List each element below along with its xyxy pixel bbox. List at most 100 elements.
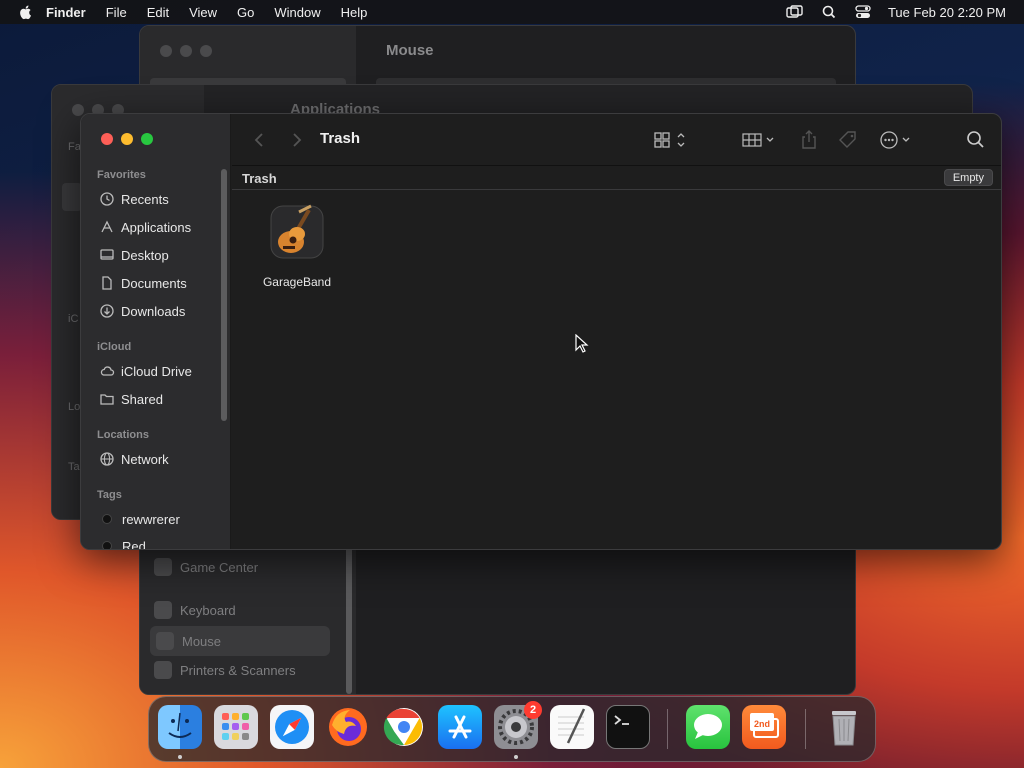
- game-center-icon: [154, 558, 172, 576]
- settings-sidebar-scrollbar[interactable]: [346, 546, 352, 694]
- trash-header-title: Trash: [242, 171, 277, 186]
- terminal-prompt-icon: [614, 715, 629, 725]
- sidebar-item-downloads[interactable]: Downloads: [99, 301, 185, 321]
- share-icon[interactable]: [798, 128, 820, 152]
- sidebar-tag-rewwrerer[interactable]: rewwrerer: [99, 509, 180, 529]
- file-item-garageband[interactable]: GarageBand: [257, 204, 337, 289]
- settings-window-title: Mouse: [386, 42, 434, 59]
- trash-can-icon: [832, 711, 856, 746]
- sidebar-tag-red[interactable]: Red: [99, 536, 146, 550]
- empty-trash-button[interactable]: Empty: [943, 169, 993, 186]
- chrome-dock-icon[interactable]: [382, 705, 426, 749]
- finder-sidebar: Favorites Recents Applications Desktop D…: [81, 114, 231, 549]
- trash-finder-window: Favorites Recents Applications Desktop D…: [80, 113, 1002, 550]
- document-icon: [102, 276, 112, 290]
- 2nd-app-icon: 2nd: [750, 713, 779, 738]
- printer-icon: [154, 661, 172, 679]
- settings-sidebar-item-keyboard[interactable]: Keyboard: [154, 601, 236, 619]
- minimize-button[interactable]: [121, 133, 133, 145]
- textedit-dock-icon[interactable]: [550, 705, 594, 749]
- back-chevron-icon[interactable]: [250, 130, 270, 150]
- terminal-dock-icon[interactable]: [606, 705, 650, 749]
- settings-sidebar-item-game-center[interactable]: Game Center: [154, 558, 258, 576]
- menu-file[interactable]: File: [106, 5, 127, 20]
- system-settings-running-indicator: [514, 755, 518, 759]
- forward-chevron-icon[interactable]: [286, 130, 306, 150]
- spotlight-search-icon[interactable]: [820, 5, 838, 19]
- mouse-cursor-icon: [575, 334, 589, 353]
- menu-edit[interactable]: Edit: [147, 5, 169, 20]
- menu-bar: Finder File Edit View Go Window Help Tue…: [0, 0, 1024, 24]
- safari-dock-icon[interactable]: [270, 705, 314, 749]
- search-icon[interactable]: [964, 128, 988, 152]
- sidebar-item-applications[interactable]: Applications: [99, 217, 191, 237]
- shared-folder-icon: [100, 394, 114, 405]
- view-mode-grid-icon[interactable]: [652, 128, 692, 152]
- trash-dock-icon[interactable]: [822, 705, 866, 749]
- dock-separator: [805, 709, 806, 749]
- download-icon: [100, 304, 114, 318]
- close-button[interactable]: [101, 133, 113, 145]
- finder-toolbar: Trash: [232, 114, 1001, 166]
- 2nd-dock-icon[interactable]: 2nd: [742, 705, 786, 749]
- launchpad-dock-icon[interactable]: [214, 705, 258, 749]
- sidebar-item-recents[interactable]: Recents: [99, 189, 169, 209]
- system-settings-dock-icon[interactable]: 2: [494, 701, 542, 749]
- menu-clock[interactable]: Tue Feb 20 2:20 PM: [888, 5, 1006, 20]
- desktop-icon: [100, 249, 114, 260]
- globe-icon: [100, 452, 114, 466]
- clock-icon: [100, 192, 114, 206]
- dock: 2 2nd: [148, 696, 876, 762]
- settings-sidebar-item-printers[interactable]: Printers & Scanners: [154, 661, 296, 679]
- zoom-button[interactable]: [141, 133, 153, 145]
- applications-sidebar-fragment: iC: [68, 313, 79, 325]
- app-store-logo-icon: [448, 715, 472, 739]
- tag-icon[interactable]: [836, 128, 860, 152]
- sidebar-item-icloud-drive[interactable]: iCloud Drive: [99, 361, 192, 381]
- finder-running-indicator: [178, 755, 182, 759]
- tag-color-dot: [102, 514, 112, 524]
- firefox-dock-icon[interactable]: [326, 705, 370, 749]
- finder-dock-icon[interactable]: [158, 705, 202, 749]
- menu-help[interactable]: Help: [341, 5, 368, 20]
- dock-separator: [667, 709, 668, 749]
- speech-bubble-icon: [694, 714, 722, 739]
- settings-sidebar-label: Mouse: [182, 633, 222, 649]
- applications-icon: [101, 220, 113, 233]
- settings-sidebar-item-mouse[interactable]: Mouse: [150, 626, 330, 656]
- group-by-icon[interactable]: [740, 128, 780, 152]
- sidebar-item-documents[interactable]: Documents: [99, 273, 187, 293]
- app-store-dock-icon[interactable]: [438, 705, 482, 749]
- more-actions-icon[interactable]: [878, 128, 918, 152]
- applications-sidebar-selection: [62, 183, 82, 211]
- launchpad-grid-icon: [222, 713, 249, 740]
- sidebar-item-desktop[interactable]: Desktop: [99, 245, 169, 265]
- trash-header-bar: Trash Empty: [232, 166, 1001, 190]
- control-center-icon[interactable]: [854, 5, 872, 19]
- window-controls: [101, 133, 153, 145]
- sidebar-item-label: Red: [122, 538, 146, 550]
- 2nd-app-label: 2nd: [754, 719, 770, 729]
- screen-mirroring-icon[interactable]: [786, 5, 804, 19]
- menu-window[interactable]: Window: [274, 5, 320, 20]
- messages-dock-icon[interactable]: [686, 705, 730, 749]
- sidebar-scrollbar[interactable]: [221, 169, 227, 421]
- settings-sidebar-label: Keyboard: [180, 602, 236, 618]
- menu-view[interactable]: View: [189, 5, 217, 20]
- sidebar-section-tags: Tags: [97, 489, 122, 501]
- applications-sidebar-fragment: Ta: [68, 461, 80, 473]
- apple-logo-icon[interactable]: [18, 4, 34, 20]
- menu-go[interactable]: Go: [237, 5, 254, 20]
- sidebar-item-label: rewwrerer: [122, 511, 180, 527]
- sidebar-item-network[interactable]: Network: [99, 449, 169, 469]
- sidebar-item-shared[interactable]: Shared: [99, 389, 163, 409]
- sidebar-item-label: Shared: [121, 391, 163, 407]
- cloud-icon: [100, 366, 115, 376]
- menu-extras: Tue Feb 20 2:20 PM: [770, 5, 1006, 20]
- menu-app-name[interactable]: Finder: [46, 5, 86, 20]
- sidebar-section-favorites: Favorites: [97, 169, 146, 181]
- sidebar-item-label: Desktop: [121, 247, 169, 263]
- sidebar-item-label: iCloud Drive: [121, 363, 192, 379]
- garageband-icon: [270, 204, 324, 259]
- sidebar-item-label: Documents: [121, 275, 187, 291]
